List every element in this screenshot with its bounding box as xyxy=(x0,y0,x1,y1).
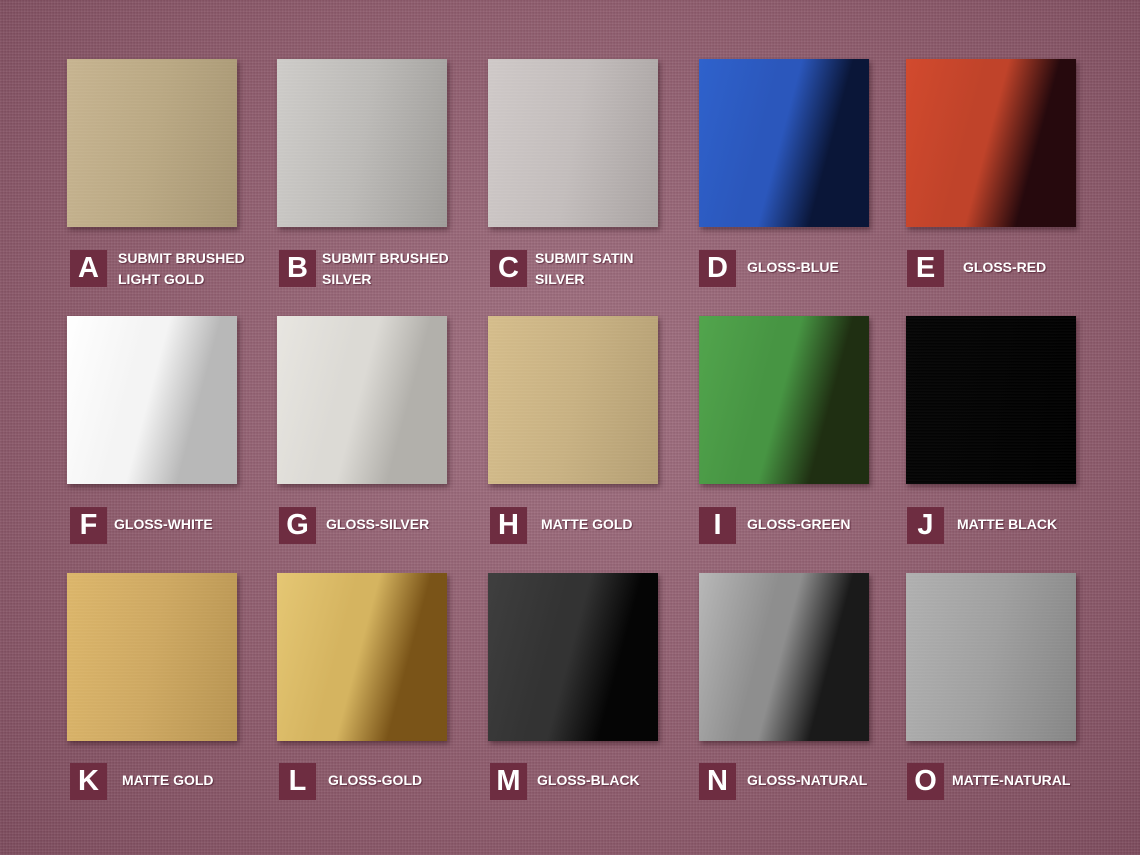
swatch-letter: K xyxy=(70,763,107,800)
swatch-letter: M xyxy=(490,763,527,800)
swatch-letter: F xyxy=(70,507,107,544)
swatch-label-line: GLOSS-BLACK xyxy=(537,772,640,788)
swatch-letter: O xyxy=(907,763,944,800)
swatch-gloss-white xyxy=(67,316,237,484)
swatch-label: GLOSS-WHITE xyxy=(114,514,213,535)
swatch-letter: G xyxy=(279,507,316,544)
swatch-label-line: MATTE BLACK xyxy=(957,516,1058,532)
swatch-label-line: MATTE GOLD xyxy=(122,772,214,788)
swatch-letter: D xyxy=(699,250,736,287)
swatch-letter: L xyxy=(279,763,316,800)
swatch-board: A SUBMIT BRUSHED LIGHT GOLD B SUBMIT BRUSHED… xyxy=(0,0,1140,855)
swatch-letter: B xyxy=(279,250,316,287)
swatch-label: GLOSS-SILVER xyxy=(326,514,429,535)
swatch-letter: N xyxy=(699,763,736,800)
swatch-label-line: GLOSS-WHITE xyxy=(114,516,213,532)
swatch-letter: J xyxy=(907,507,944,544)
swatch-satin-silver xyxy=(488,59,658,227)
swatch-label: GLOSS-GOLD xyxy=(328,770,422,791)
swatch-letter: C xyxy=(490,250,527,287)
swatch-label: MATTE-NATURAL xyxy=(952,770,1070,791)
swatch-gloss-silver xyxy=(277,316,447,484)
swatch-label: SUBMIT SATIN SILVER xyxy=(535,248,634,290)
swatch-label-line: SUBMIT SATIN xyxy=(535,250,634,266)
swatch-gloss-red xyxy=(906,59,1076,227)
swatch-label-line: GLOSS-SILVER xyxy=(326,516,430,532)
swatch-brushed-silver xyxy=(277,59,447,227)
swatch-label: MATTE BLACK xyxy=(957,514,1057,535)
swatch-label: GLOSS-NATURAL xyxy=(747,770,867,791)
swatch-label-line: GLOSS-NATURAL xyxy=(747,772,868,788)
swatch-gloss-blue xyxy=(699,59,869,227)
swatch-label: GLOSS-GREEN xyxy=(747,514,850,535)
swatch-letter: E xyxy=(907,250,944,287)
swatch-label-line: SUBMIT BRUSHED xyxy=(118,250,245,266)
swatch-label: SUBMIT BRUSHED SILVER xyxy=(322,248,449,290)
swatch-gloss-gold xyxy=(277,573,447,741)
swatch-label-line: LIGHT GOLD xyxy=(118,271,205,287)
swatch-label-line: GLOSS-RED xyxy=(963,259,1047,275)
swatch-label-line: GLOSS-GREEN xyxy=(747,516,851,532)
swatch-label-line: MATTE-NATURAL xyxy=(952,772,1071,788)
swatch-letter: I xyxy=(699,507,736,544)
swatch-label: SUBMIT BRUSHED LIGHT GOLD xyxy=(118,248,245,290)
swatch-brushed-light-gold xyxy=(67,59,237,227)
swatch-gloss-green xyxy=(699,316,869,484)
swatch-matte-natural xyxy=(906,573,1076,741)
swatch-matte-gold xyxy=(488,316,658,484)
swatch-letter: A xyxy=(70,250,107,287)
swatch-label: GLOSS-RED xyxy=(963,257,1046,278)
swatch-label-line: MATTE GOLD xyxy=(541,516,633,532)
swatch-label-line: SILVER xyxy=(535,271,585,287)
swatch-label: MATTE GOLD xyxy=(122,770,214,791)
swatch-label: GLOSS-BLACK xyxy=(537,770,640,791)
swatch-label-line: SUBMIT BRUSHED xyxy=(322,250,449,266)
swatch-label: GLOSS-BLUE xyxy=(747,257,839,278)
swatch-gloss-black xyxy=(488,573,658,741)
swatch-matte-gold xyxy=(67,573,237,741)
swatch-matte-black xyxy=(906,316,1076,484)
swatch-gloss-natural xyxy=(699,573,869,741)
swatch-label: MATTE GOLD xyxy=(541,514,633,535)
swatch-label-line: GLOSS-GOLD xyxy=(328,772,423,788)
swatch-letter: H xyxy=(490,507,527,544)
swatch-label-line: GLOSS-BLUE xyxy=(747,259,839,275)
swatch-label-line: SILVER xyxy=(322,271,372,287)
